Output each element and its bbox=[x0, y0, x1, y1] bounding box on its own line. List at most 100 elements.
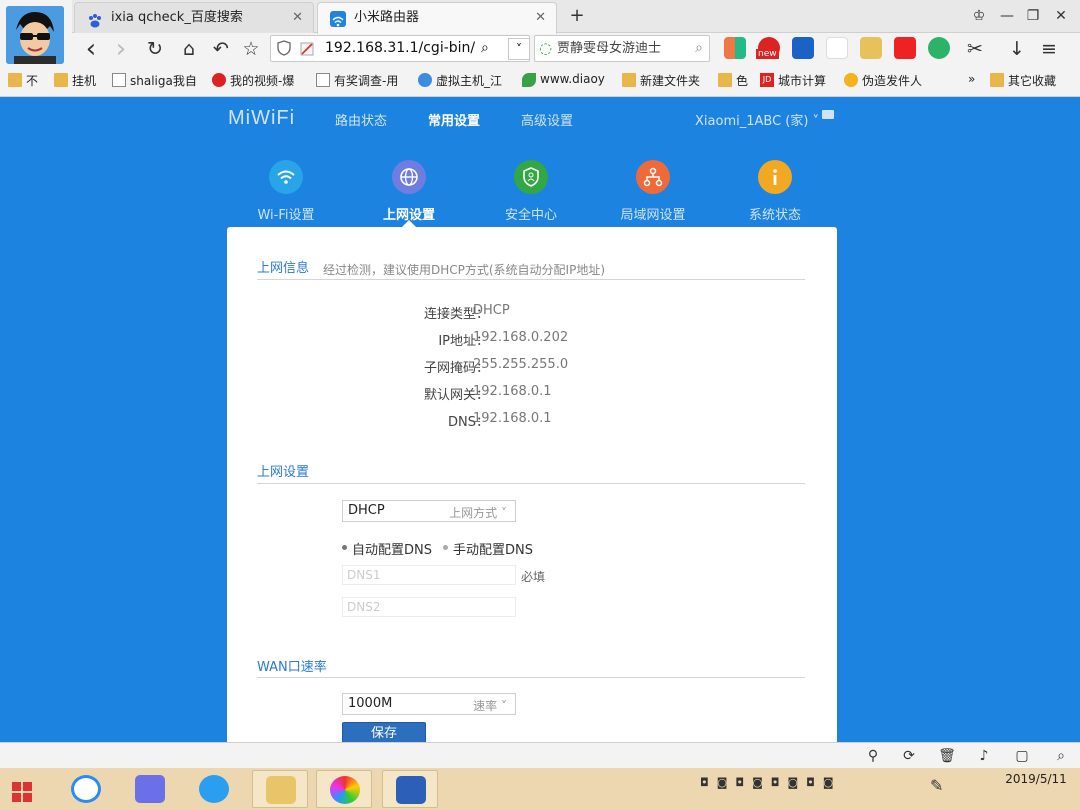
chevron-down-icon[interactable]: ˅ bbox=[508, 38, 530, 60]
folder-icon bbox=[622, 73, 636, 87]
brush-icon[interactable] bbox=[826, 37, 848, 59]
input-method-icon[interactable]: ✎ bbox=[930, 776, 943, 795]
back-button[interactable]: ‹ bbox=[78, 36, 104, 62]
select-hint: 速率 ˅ bbox=[473, 699, 507, 713]
bookmark-item[interactable]: 挂机 bbox=[54, 72, 96, 89]
select-value: DHCP bbox=[348, 503, 385, 518]
close-icon[interactable]: ✕ bbox=[292, 3, 303, 33]
radio-auto-dns[interactable]: 自动配置DNS bbox=[342, 539, 432, 558]
chart-icon[interactable] bbox=[860, 37, 882, 59]
bookmark-item[interactable]: www.diaoy bbox=[522, 72, 605, 87]
taskbar-baidu-netdisk[interactable] bbox=[58, 770, 114, 808]
taskbar-feishu[interactable] bbox=[122, 770, 178, 808]
new-badge-icon[interactable]: new bbox=[756, 37, 780, 59]
info-row: IP地址： 192.168.0.202 bbox=[357, 330, 727, 349]
new-tab-button[interactable]: + bbox=[564, 4, 590, 28]
category-info[interactable]: 系统状态 bbox=[720, 160, 830, 223]
maximize-button[interactable]: ❐ bbox=[1020, 4, 1046, 28]
green-ring-icon[interactable] bbox=[928, 37, 950, 59]
minimize-button[interactable]: — bbox=[994, 4, 1020, 28]
category-label: Wi-Fi设置 bbox=[257, 208, 315, 223]
browser-status-bar: ⚲ ⟳ 🗑 ♪ ▢ ⌕ bbox=[0, 742, 1080, 768]
shield-icon bbox=[277, 40, 291, 60]
user-avatar[interactable] bbox=[6, 6, 64, 64]
tab-title: ixia qcheck_百度搜索 bbox=[111, 10, 243, 25]
bookmark-item[interactable]: 色 bbox=[718, 72, 748, 89]
bookmark-item[interactable]: 不 bbox=[8, 72, 38, 89]
tab-baidu[interactable]: ixia qcheck_百度搜索 ✕ bbox=[74, 2, 314, 33]
window-icon[interactable]: ▢ bbox=[1013, 747, 1031, 765]
jd-icon: JD bbox=[760, 73, 774, 87]
download-icon[interactable]: ↓ bbox=[1004, 36, 1030, 62]
close-window-button[interactable]: ✕ bbox=[1048, 4, 1074, 28]
address-bar[interactable]: 192.168.31.1/cgi-bin/ ⌕ bbox=[270, 35, 530, 62]
mail-icon[interactable] bbox=[822, 110, 834, 119]
wan-mode-select[interactable]: DHCP 上网方式 ˅ bbox=[342, 500, 516, 522]
tab-router[interactable]: 小米路由器 ✕ bbox=[317, 2, 557, 34]
home-button[interactable]: ⌂ bbox=[176, 36, 202, 62]
bookmark-item[interactable]: 其它收藏 bbox=[990, 72, 1056, 89]
bookmark-item[interactable]: 虚拟主机_江 bbox=[418, 72, 502, 89]
system-clock[interactable]: 2019/5/11 bbox=[996, 770, 1076, 788]
tray-icons[interactable]: ◘◙◘◙◘◙◘◙ bbox=[700, 776, 842, 789]
bookmark-star-button[interactable]: ☆ bbox=[238, 36, 264, 62]
bulb-icon bbox=[844, 73, 858, 87]
category-network[interactable]: 局域网设置 bbox=[598, 160, 708, 223]
pin-icon[interactable]: ⚲ bbox=[864, 747, 882, 765]
folder-icon bbox=[54, 73, 68, 87]
bookmark-item[interactable]: » bbox=[968, 72, 975, 86]
bookmark-item[interactable]: shaliga我自 bbox=[112, 72, 197, 89]
nav-advanced-settings[interactable]: 高级设置 bbox=[521, 110, 573, 129]
divider bbox=[257, 677, 805, 678]
red-app-icon[interactable] bbox=[894, 37, 916, 59]
category-globe[interactable]: 上网设置 bbox=[354, 160, 464, 223]
bookmark-item[interactable]: 伪造发件人 bbox=[844, 72, 922, 89]
search-input[interactable]: ◌ 贾静雯母女游迪士 ⌕ bbox=[534, 35, 710, 62]
divider bbox=[257, 483, 805, 484]
wifi-icon bbox=[269, 160, 303, 194]
nav-common-settings[interactable]: 常用设置 bbox=[428, 110, 480, 129]
undo-button[interactable]: ↶ bbox=[208, 36, 234, 62]
bookmark-label: 挂机 bbox=[72, 74, 97, 88]
bookmark-item[interactable]: 有奖调查-用 bbox=[316, 72, 398, 89]
miwifi-logo: MiWiFi bbox=[228, 107, 296, 129]
reload-button[interactable]: ↻ bbox=[142, 36, 168, 62]
bookmark-item[interactable]: JD 城市计算 bbox=[760, 72, 826, 89]
dns1-field[interactable]: DNS1 bbox=[342, 565, 516, 585]
category-shield[interactable]: 安全中心 bbox=[476, 160, 586, 223]
taskbar-360-browser[interactable] bbox=[316, 770, 372, 808]
scissors-icon[interactable]: ✂ bbox=[962, 36, 988, 62]
menu-icon[interactable]: ≡ bbox=[1036, 36, 1062, 62]
taskbar-browser[interactable] bbox=[186, 770, 242, 808]
nav-router-status[interactable]: 路由状态 bbox=[335, 110, 387, 129]
radio-manual-dns[interactable]: 手动配置DNS bbox=[443, 539, 533, 558]
forward-button[interactable]: › bbox=[108, 36, 134, 62]
bookmark-item[interactable]: 我的视频-爆 bbox=[212, 72, 294, 89]
select-value: 1000M bbox=[348, 696, 393, 711]
start-button[interactable] bbox=[0, 770, 42, 808]
save-button[interactable]: 保存 bbox=[342, 722, 426, 742]
taskbar-explorer[interactable] bbox=[252, 770, 308, 808]
close-icon[interactable]: ✕ bbox=[535, 3, 546, 33]
divider bbox=[257, 279, 805, 280]
wan-speed-select[interactable]: 1000M 速率 ˅ bbox=[342, 693, 516, 715]
zoom-icon[interactable]: ⌕ bbox=[1052, 747, 1070, 765]
url-text: 192.168.31.1/cgi-bin/ bbox=[325, 40, 476, 56]
trash-icon[interactable]: 🗑 bbox=[938, 747, 956, 765]
taskbar-word[interactable] bbox=[382, 770, 438, 808]
search-icon[interactable]: ⌕ bbox=[695, 36, 703, 61]
windows-taskbar: ◘◙◘◙◘◙◘◙ ✎ 2019/5/11 bbox=[0, 768, 1080, 810]
category-wifi[interactable]: Wi-Fi设置 bbox=[231, 160, 341, 223]
speaker-icon[interactable]: ♪ bbox=[975, 747, 993, 765]
search-icon[interactable]: ⌕ bbox=[481, 40, 489, 56]
detect-hint: 经过检测，建议使用DHCP方式(系统自动分配IP地址) bbox=[323, 263, 606, 277]
app-grid-icon[interactable] bbox=[724, 37, 746, 59]
bookmark-label: shaliga我自 bbox=[130, 74, 197, 88]
dns2-field[interactable]: DNS2 bbox=[342, 597, 516, 617]
folder-icon bbox=[8, 73, 22, 87]
skin-icon[interactable]: ♔ bbox=[966, 4, 992, 28]
bookmark-item[interactable]: 新建文件夹 bbox=[622, 72, 700, 89]
refresh-icon[interactable]: ⟳ bbox=[900, 747, 918, 765]
translate-icon[interactable] bbox=[792, 37, 814, 59]
device-selector[interactable]: Xiaomi_1ABC (家) ˅ bbox=[695, 110, 819, 129]
